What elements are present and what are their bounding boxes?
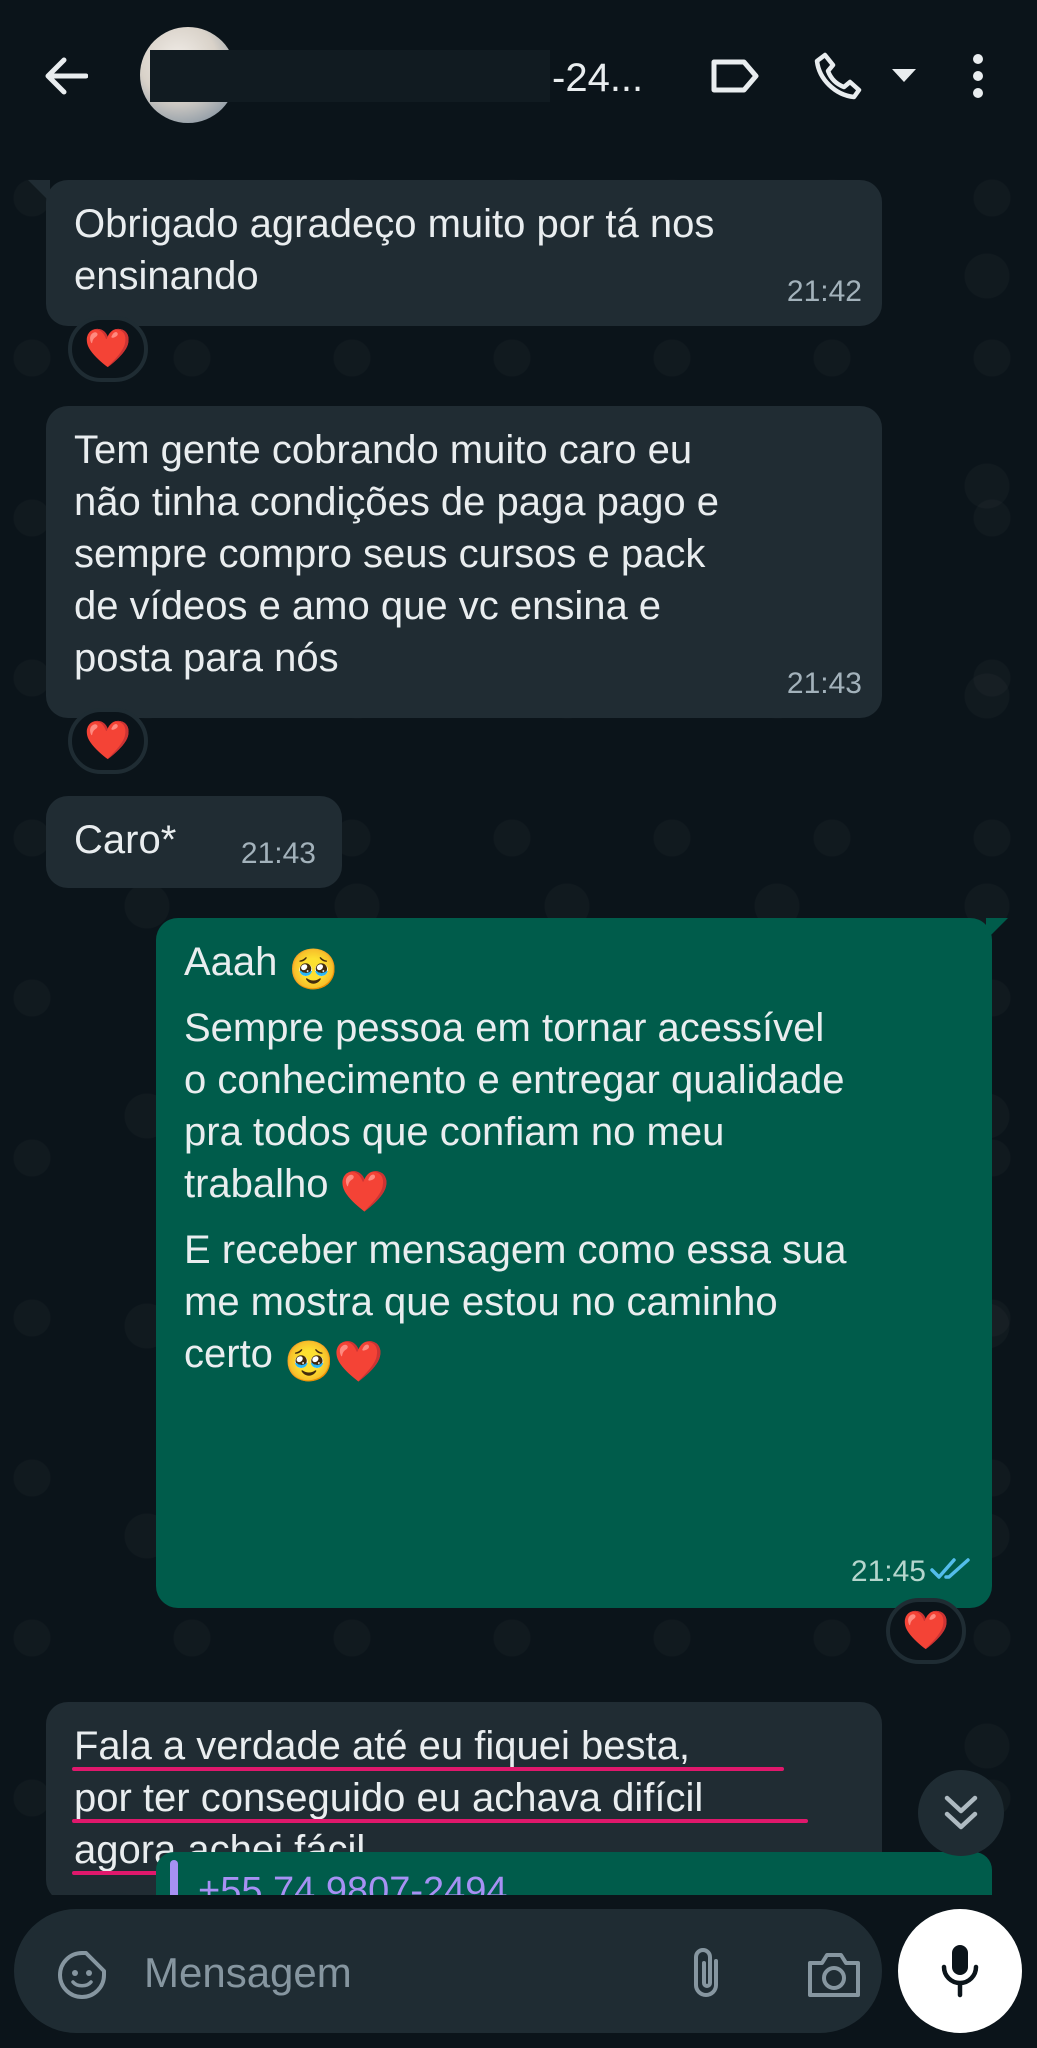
contact-name[interactable]: -24... bbox=[552, 56, 643, 101]
back-arrow-icon[interactable] bbox=[36, 46, 96, 106]
paperclip-icon[interactable] bbox=[686, 1943, 726, 2003]
composer-bar: Mensagem bbox=[0, 1895, 1037, 2048]
message-time: 21:42 bbox=[786, 275, 862, 308]
message-time: 21:43 bbox=[240, 837, 316, 870]
reaction-heart[interactable]: ❤️ bbox=[886, 1598, 966, 1664]
partial-outgoing-message[interactable]: +55 74 9807-2494 bbox=[156, 1852, 992, 1896]
scroll-to-bottom-button[interactable] bbox=[918, 1770, 1004, 1856]
message-text: Tem gente cobrando muito caro eu não tin… bbox=[74, 428, 719, 680]
chat-area[interactable]: Obrigado agradeço muito por tá nos ensin… bbox=[0, 150, 1037, 1895]
message-input[interactable]: Mensagem bbox=[14, 1909, 882, 2033]
quoted-contact-number: +55 74 9807-2494 bbox=[198, 1870, 508, 1896]
message-text: Obrigado agradeço muito por tá nos ensin… bbox=[74, 202, 715, 298]
message-time: 21:43 bbox=[786, 667, 862, 700]
pink-underline bbox=[72, 1767, 784, 1771]
incoming-message[interactable]: Obrigado agradeço muito por tá nos ensin… bbox=[46, 180, 882, 326]
message-placeholder: Mensagem bbox=[144, 1949, 352, 1996]
incoming-message[interactable]: Caro* 21:43 bbox=[46, 796, 342, 888]
message-line: Aaah 🥹 bbox=[184, 936, 966, 996]
reaction-heart[interactable]: ❤️ bbox=[68, 316, 148, 382]
more-vertical-icon[interactable] bbox=[958, 46, 998, 106]
caret-down-icon[interactable] bbox=[884, 46, 924, 106]
pleading-face-heart-emoji: 🥹❤️ bbox=[284, 1340, 384, 1384]
red-heart-emoji: ❤️ bbox=[339, 1170, 390, 1214]
incoming-message[interactable]: Tem gente cobrando muito caro eu não tin… bbox=[46, 406, 882, 718]
message-line: E receber mensagem como essa sua me most… bbox=[184, 1224, 966, 1388]
mic-icon bbox=[941, 1945, 979, 1998]
chat-header: -24... bbox=[0, 0, 1037, 150]
reaction-heart[interactable]: ❤️ bbox=[68, 708, 148, 774]
message-time: 21:45 bbox=[850, 1555, 926, 1588]
outgoing-message[interactable]: Aaah 🥹 Sempre pessoa em tornar acessível… bbox=[156, 918, 992, 1608]
mic-button[interactable] bbox=[898, 1909, 1022, 2033]
camera-icon[interactable] bbox=[804, 1949, 864, 2001]
phone-icon[interactable] bbox=[808, 46, 868, 106]
label-icon[interactable] bbox=[704, 46, 764, 106]
pleading-face-emoji: 🥹 bbox=[288, 948, 339, 992]
double-chevron-down-icon bbox=[944, 1795, 978, 1830]
redacted-contact-name bbox=[150, 50, 550, 102]
pink-underline bbox=[72, 1819, 808, 1823]
sticker-icon[interactable] bbox=[56, 1949, 108, 2001]
quote-bar bbox=[170, 1860, 178, 1896]
double-check-read-icon bbox=[930, 1542, 972, 1594]
message-line: Sempre pessoa em tornar acessível o conh… bbox=[184, 1002, 966, 1218]
